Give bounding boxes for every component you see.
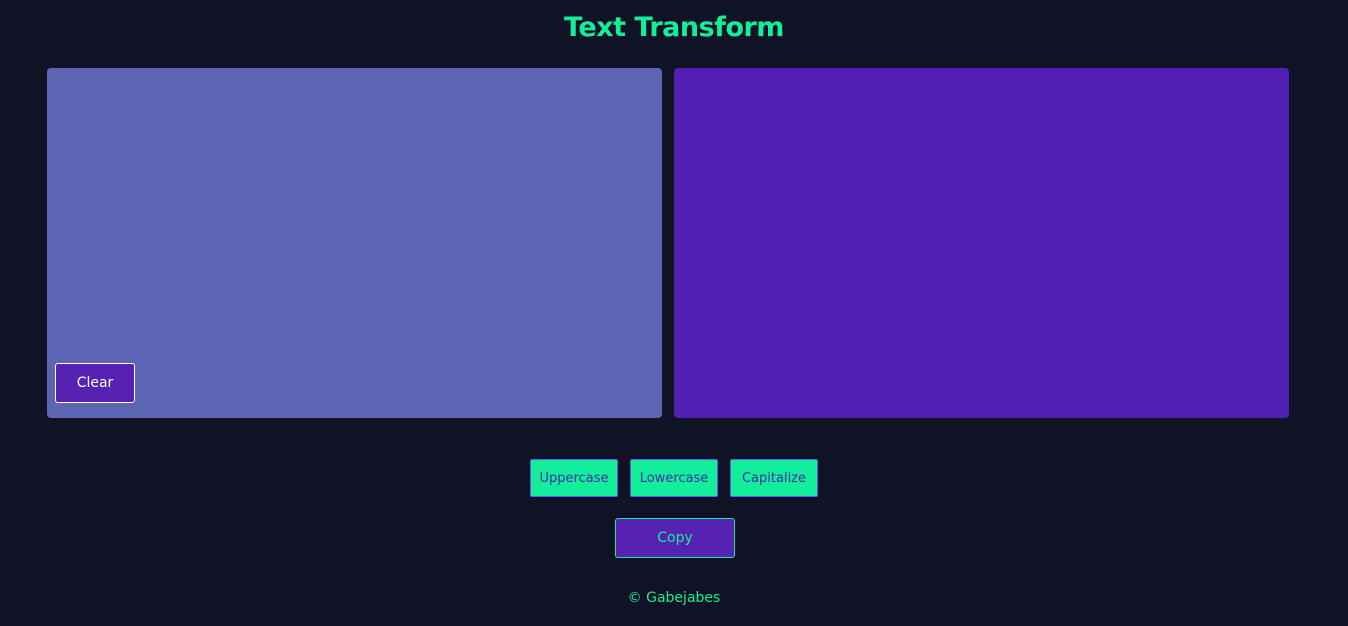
uppercase-button[interactable]: Uppercase <box>530 459 618 497</box>
clear-button[interactable]: Clear <box>55 363 135 403</box>
capitalize-button[interactable]: Capitalize <box>730 459 818 497</box>
transform-buttons: Uppercase Lowercase Capitalize <box>0 459 1348 497</box>
lowercase-button[interactable]: Lowercase <box>630 459 718 497</box>
input-textarea[interactable]: Clear <box>47 68 662 418</box>
copy-button[interactable]: Copy <box>615 518 735 558</box>
output-textarea[interactable] <box>674 68 1289 418</box>
page-title: Text Transform <box>564 12 784 43</box>
footer-credit: © Gabejabes <box>627 590 721 606</box>
